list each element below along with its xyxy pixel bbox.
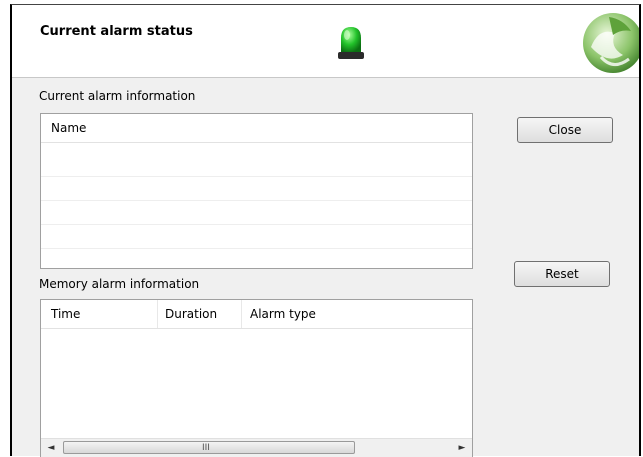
column-header-name[interactable]: Name [51,121,86,135]
memory-alarm-label: Memory alarm information [39,277,200,291]
current-alarm-list[interactable]: Name [40,113,473,269]
green-alarm-beacon-icon [338,27,364,59]
alarm-status-window: Current alarm status Current alarm infor… [10,4,641,457]
memory-alarm-list[interactable]: Time Duration Alarm type ◄ III ► [40,299,473,457]
current-alarm-list-header: Name [41,114,472,143]
column-header-time[interactable]: Time [51,307,80,321]
column-header-alarm-type[interactable]: Alarm type [250,307,316,321]
memory-alarm-list-header: Time Duration Alarm type [41,300,472,329]
header-bar: Current alarm status [12,5,639,78]
scroll-left-arrow-icon[interactable]: ◄ [43,441,59,455]
close-button[interactable]: Close [517,117,613,143]
grip-icon: III [202,443,210,453]
green-globe-logo-icon [583,13,639,73]
scrollbar-thumb[interactable]: III [63,441,355,454]
current-alarm-label: Current alarm information [39,89,196,103]
scroll-right-arrow-icon[interactable]: ► [454,441,470,455]
page-title: Current alarm status [40,24,193,39]
reset-button[interactable]: Reset [514,261,610,287]
horizontal-scrollbar[interactable]: ◄ III ► [41,438,472,457]
column-header-duration[interactable]: Duration [165,307,217,321]
